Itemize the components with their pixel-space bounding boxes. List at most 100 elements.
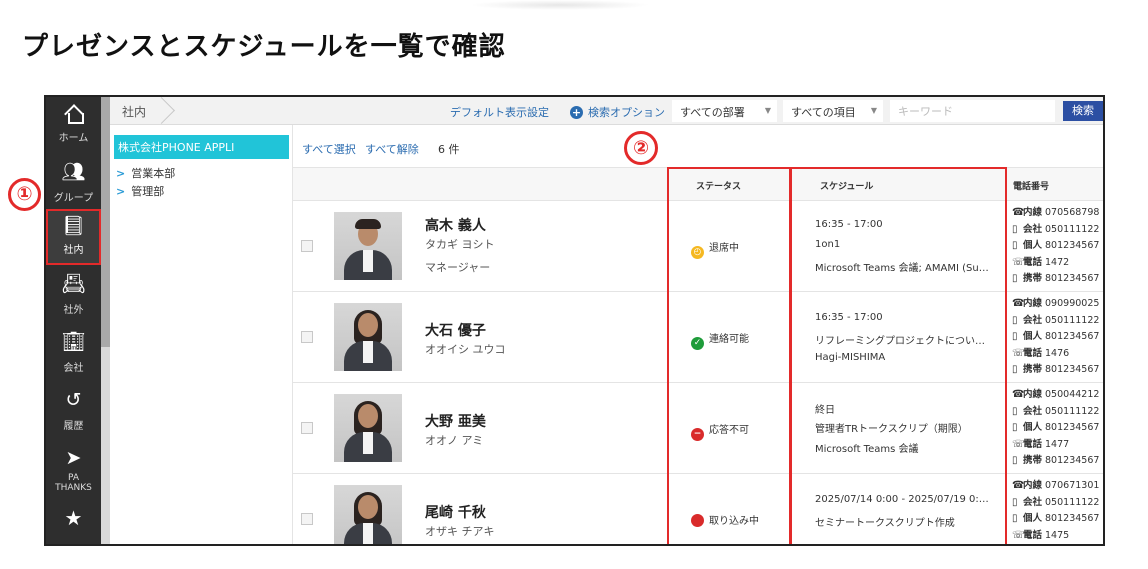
page-heading: プレゼンスとスケジュールを一覧で確認 — [22, 32, 506, 62]
nav-item-history[interactable]: ↺ 履歴 — [46, 383, 101, 439]
row-checkbox[interactable] — [301, 513, 313, 525]
phone-line[interactable]: ▯ 個人 801234567 — [1012, 510, 1103, 527]
phone-line[interactable]: ☏電話 1476 — [1012, 345, 1103, 362]
schedule-subject: 管理者TRトークスクリプ（期限） — [815, 424, 968, 435]
person-name[interactable]: 大石 優子 — [425, 320, 486, 340]
phone-line[interactable]: ▯ 個人 801234567 — [1012, 419, 1103, 436]
top-shadow — [470, 0, 650, 10]
select-all-link[interactable]: すべて選択 — [302, 141, 356, 157]
nav-scrollbar-thumb[interactable] — [101, 97, 110, 347]
phone-list: ☎内線 050044212 ▯ 会社 050111122 ▯ 個人 801234567 ☏… — [1012, 386, 1103, 469]
person-title: マネージャー — [425, 261, 491, 274]
id-card-icon: 📇︎ — [61, 273, 86, 295]
nav-item-label: 履歴 — [63, 421, 84, 432]
phone-line[interactable]: ▯ 会社 050111122 — [1012, 403, 1103, 420]
schedule-time: 16:35 - 17:00 — [815, 219, 883, 230]
presence-status: ◴ 退席中 — [691, 239, 739, 259]
breadcrumb-separator-icon — [158, 97, 172, 125]
tree-root-company[interactable]: 株式会社PHONE APPLI — [114, 135, 289, 159]
phone-line[interactable]: ▯ 携帯 801234567 — [1012, 452, 1103, 469]
schedule-location: Microsoft Teams 会議 — [815, 444, 919, 455]
mobile-icon: ▯ — [1012, 223, 1018, 235]
avatar — [334, 485, 402, 544]
phone-line[interactable]: ▯ 会社 050111122 — [1012, 312, 1103, 329]
desk-phone-icon: ☏ — [1012, 347, 1025, 359]
table-row[interactable]: 尾崎 千秋 オザキ チアキ 取り込み中 2025/07/14 0:00 - 20… — [293, 474, 1103, 544]
phone-line[interactable]: ☏電話 1475 — [1012, 527, 1103, 544]
department-select-value: すべての部署 — [680, 106, 745, 119]
field-select[interactable]: すべての項目 ▼ — [783, 100, 883, 122]
nav-item-label: 社外 — [63, 305, 84, 316]
phone-line[interactable]: ▯ 携帯 801234567 — [1012, 361, 1103, 378]
nav-item-internal[interactable]: 📘︎ 社内 — [46, 209, 101, 265]
person-kana: オザキ チアキ — [425, 525, 495, 538]
nav-item-external[interactable]: 📇︎ 社外 — [46, 267, 101, 323]
person-kana: タカギ ヨシト — [425, 238, 495, 251]
callout-one: ① — [8, 178, 41, 211]
column-header-phone[interactable]: 電話番号 — [1013, 179, 1049, 192]
column-header-status[interactable]: ステータス — [696, 179, 741, 192]
row-checkbox[interactable] — [301, 422, 313, 434]
presence-status: − 応答不可 — [691, 421, 749, 441]
tree-node-label: 管理部 — [131, 185, 165, 198]
nav-item-group[interactable]: 👥︎ グループ — [46, 155, 101, 211]
phone-line[interactable]: ☎内線 070568798 — [1012, 204, 1103, 221]
phone-line[interactable]: ▯ 個人 801234567 — [1012, 328, 1103, 345]
available-check-icon: ✓ — [691, 337, 704, 350]
nav-item-pa-thanks[interactable]: ➤ PA THANKS — [46, 441, 101, 497]
phone-line[interactable]: ☎内線 090990025 — [1012, 295, 1103, 312]
phone-line[interactable]: ▯ 会社 050111122 — [1012, 221, 1103, 238]
default-view-link[interactable]: デフォルト表示設定 — [450, 104, 549, 120]
nav-item-more[interactable]: ★ — [46, 501, 101, 544]
mobile-icon: ▯ — [1012, 455, 1018, 466]
phone-line[interactable]: ☏電話 1477 — [1012, 436, 1103, 453]
tree-node-sales[interactable]: > 営業本部 — [116, 165, 175, 181]
search-options-link[interactable]: + 検索オプション — [570, 104, 665, 120]
table-row[interactable]: 高木 義人 タカギ ヨシト マネージャー ◴ 退席中 16:35 - 17:00 … — [293, 201, 1103, 292]
phone-line[interactable]: ☎内線 070671301 — [1012, 477, 1103, 494]
phone-icon: ☎ — [1012, 298, 1025, 309]
chevron-down-icon: ▼ — [870, 106, 877, 115]
status-label: 取り込み中 — [709, 516, 759, 527]
tree-node-admin[interactable]: > 管理部 — [116, 183, 164, 199]
person-name[interactable]: 大野 亜美 — [425, 411, 486, 431]
globe-icon: ★ — [64, 506, 83, 530]
mobile-icon: ▯ — [1012, 331, 1018, 342]
table-row[interactable]: 大野 亜美 オオノ アミ − 応答不可 終日 管理者TRトークスクリプ（期限） M… — [293, 383, 1103, 474]
nav-item-label: 社内 — [63, 245, 84, 256]
away-clock-icon: ◴ — [691, 246, 704, 259]
column-header-schedule[interactable]: スケジュール — [820, 179, 873, 192]
person-name[interactable]: 尾崎 千秋 — [425, 502, 486, 522]
nav-item-company[interactable]: 🏢︎ 会社 — [46, 325, 101, 381]
status-label: 退席中 — [709, 243, 739, 254]
row-checkbox[interactable] — [301, 240, 313, 252]
plus-circle-icon: + — [570, 106, 583, 119]
phone-line[interactable]: ▯ 会社 050111122 — [1012, 494, 1103, 511]
phone-icon: ☎ — [1012, 207, 1025, 218]
department-select[interactable]: すべての部署 ▼ — [672, 100, 777, 122]
table-row[interactable]: 大石 優子 オオイシ ユウコ ✓ 連絡可能 16:35 - 17:00 リフレーミ… — [293, 292, 1103, 383]
chevron-down-icon: ▼ — [764, 106, 771, 115]
breadcrumb[interactable]: 社内 — [122, 103, 146, 120]
avatar — [334, 303, 402, 371]
paper-plane-icon: ➤ — [65, 447, 82, 469]
do-not-disturb-icon: − — [691, 428, 704, 441]
keyword-input[interactable] — [890, 100, 1055, 122]
row-checkbox[interactable] — [301, 331, 313, 343]
desk-phone-icon: ☏ — [1012, 438, 1025, 450]
phone-line[interactable]: ▯ 携帯 801234567 — [1012, 270, 1103, 287]
person-name[interactable]: 高木 義人 — [425, 215, 486, 235]
search-button[interactable]: 検索 — [1063, 101, 1103, 121]
phone-line[interactable]: ☏電話 1472 — [1012, 254, 1103, 271]
avatar — [334, 212, 402, 280]
nav-item-home[interactable]: ホーム — [46, 97, 101, 153]
phone-icon: ☎ — [1012, 480, 1025, 491]
status-label: 連絡可能 — [709, 334, 749, 345]
deselect-all-link[interactable]: すべて解除 — [365, 141, 419, 157]
phone-line[interactable]: ▯ 個人 801234567 — [1012, 237, 1103, 254]
mobile-icon: ▯ — [1012, 240, 1018, 251]
phone-line[interactable]: ☎内線 050044212 — [1012, 386, 1103, 403]
mobile-icon: ▯ — [1012, 364, 1018, 375]
department-tree: 株式会社PHONE APPLI > 営業本部 > 管理部 — [110, 125, 293, 544]
table-header: ステータス スケジュール 電話番号 — [293, 167, 1103, 201]
